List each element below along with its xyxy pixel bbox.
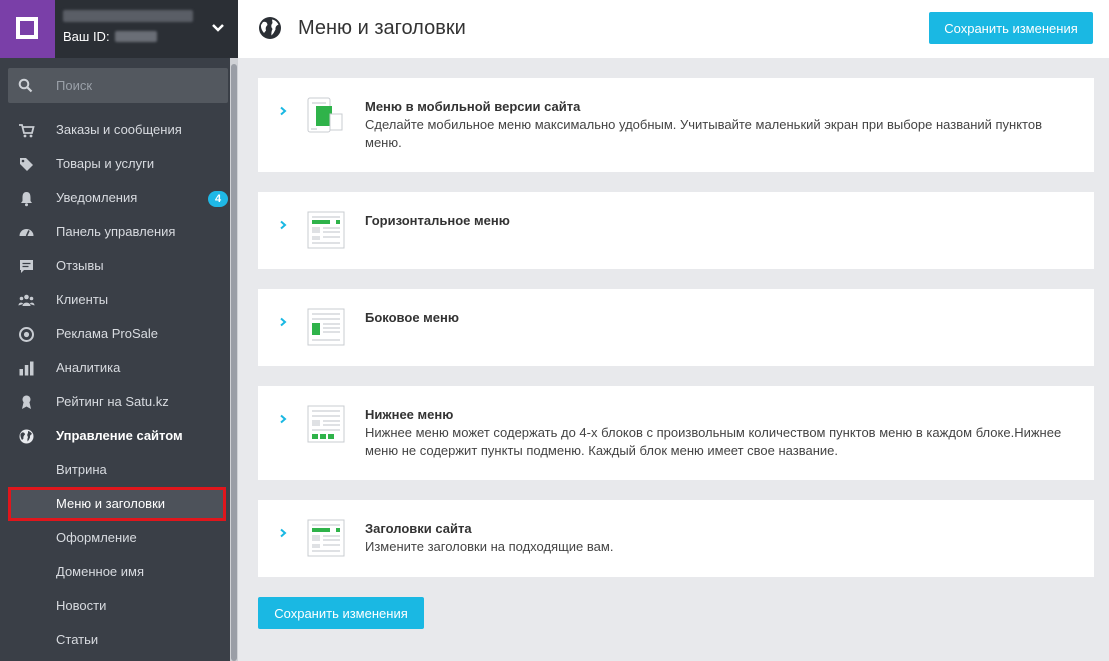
sidebar-subitem-articles[interactable]: Статьи (0, 623, 230, 657)
sidebar-subitem-label: Витрина (56, 462, 107, 477)
page-title: Меню и заголовки (298, 17, 466, 39)
sidebar-item-analytics[interactable]: Аналитика (0, 351, 230, 385)
card-description: Нижнее меню может содержать до 4-х блоко… (365, 425, 1062, 458)
sidebar-item-reviews[interactable]: Отзывы (0, 249, 230, 283)
gauge-icon (19, 229, 34, 237)
sidebar-item-label: Заказы и сообщения (56, 122, 182, 137)
chevron-right-icon[interactable] (278, 106, 288, 116)
people-icon (18, 294, 35, 306)
bar-chart-icon (19, 361, 34, 376)
sidebar-item-label: Рейтинг на Satu.kz (56, 394, 169, 409)
user-id-redacted (115, 31, 157, 42)
sidebar-subitem-label: Оформление (56, 530, 137, 545)
card-horizontal-menu[interactable]: Горизонтальное меню (258, 192, 1094, 269)
search-box[interactable] (8, 68, 228, 103)
globe-icon (19, 429, 34, 444)
sidebar: Ваш ID: Заказы и сообщения Товары и услу… (0, 0, 238, 661)
sidebar-item-label: Аналитика (56, 360, 121, 375)
logo[interactable] (0, 0, 55, 58)
sidebar-subitem-menus-headers[interactable]: Меню и заголовки (8, 487, 226, 521)
horizontal-menu-thumbnail (307, 211, 345, 249)
sidebar-subitem-storefront[interactable]: Витрина (0, 453, 230, 487)
sidebar-subitem-label: Новости (56, 598, 107, 613)
sidebar-item-label: Товары и услуги (56, 156, 155, 171)
bell-icon (21, 192, 32, 207)
sidebar-scrollbar[interactable] (230, 58, 238, 661)
save-button-bottom[interactable]: Сохранить изменения (258, 597, 424, 629)
notification-count-badge: 4 (208, 191, 228, 207)
card-description: Сделайте мобильное меню максимально удоб… (365, 117, 1043, 150)
sidebar-item-label: Клиенты (56, 292, 109, 307)
side-menu-thumbnail (307, 308, 345, 346)
sidebar-item-prosale[interactable]: Реклама ProSale (0, 317, 230, 351)
cart-icon (19, 124, 35, 138)
globe-icon (259, 17, 281, 39)
chevron-right-icon[interactable] (278, 414, 288, 424)
sidebar-subitem-label: Доменное имя (56, 564, 145, 579)
sidebar-item-label: Панель управления (56, 224, 176, 239)
tag-icon (20, 158, 33, 171)
user-id-label: Ваш ID: (63, 29, 110, 44)
sidebar-item-label: Реклама ProSale (56, 326, 159, 341)
sidebar-item-label: Уведомления (56, 190, 138, 205)
card-title: Меню в мобильной версии сайта (365, 99, 581, 114)
card-description: Измените заголовки на подходящие вам. (365, 539, 614, 554)
card-site-headers[interactable]: Заголовки сайта Измените заголовки на по… (258, 500, 1094, 577)
sidebar-item-rating[interactable]: Рейтинг на Satu.kz (0, 385, 230, 419)
scrollbar-thumb[interactable] (231, 64, 237, 661)
chevron-right-icon[interactable] (278, 528, 288, 538)
card-title: Горизонтальное меню (365, 213, 510, 228)
card-side-menu[interactable]: Боковое меню (258, 289, 1094, 366)
sidebar-item-clients[interactable]: Клиенты (0, 283, 230, 317)
chevron-down-icon[interactable] (211, 21, 225, 35)
account-header[interactable]: Ваш ID: (0, 0, 238, 58)
sidebar-item-notifications[interactable]: Уведомления 4 (0, 181, 230, 215)
target-icon (19, 327, 34, 342)
page-header: Меню и заголовки Сохранить изменения (238, 0, 1109, 58)
chevron-right-icon[interactable] (278, 317, 288, 327)
comment-icon (20, 260, 33, 273)
search-icon (18, 78, 33, 93)
sidebar-item-label: Отзывы (56, 258, 104, 273)
company-name-redacted (63, 10, 193, 22)
sidebar-item-products[interactable]: Товары и услуги (0, 147, 230, 181)
chevron-right-icon[interactable] (278, 220, 288, 230)
sidebar-subitem-design[interactable]: Оформление (0, 521, 230, 555)
save-button[interactable]: Сохранить изменения (929, 12, 1093, 44)
card-title: Нижнее меню (365, 407, 454, 422)
mobile-menu-thumbnail (307, 97, 343, 133)
sidebar-item-site-management[interactable]: Управление сайтом (0, 419, 230, 453)
sidebar-subitem-domain[interactable]: Доменное имя (0, 555, 230, 589)
search-input[interactable] (56, 68, 216, 103)
footer-menu-thumbnail (307, 405, 345, 443)
award-icon (22, 395, 31, 409)
sidebar-subitem-label: Меню и заголовки (56, 496, 166, 511)
sidebar-item-label: Управление сайтом (56, 428, 183, 443)
card-title: Заголовки сайта (365, 521, 472, 536)
sidebar-subitem-news[interactable]: Новости (0, 589, 230, 623)
card-mobile-menu[interactable]: Меню в мобильной версии сайта Сделайте м… (258, 78, 1094, 172)
sidebar-subitem-label: Статьи (56, 632, 99, 647)
site-headers-thumbnail (307, 519, 345, 557)
card-title: Боковое меню (365, 310, 459, 325)
sidebar-item-orders[interactable]: Заказы и сообщения (0, 113, 230, 147)
sidebar-item-dashboard[interactable]: Панель управления (0, 215, 230, 249)
card-footer-menu[interactable]: Нижнее меню Нижнее меню может содержать … (258, 386, 1094, 480)
